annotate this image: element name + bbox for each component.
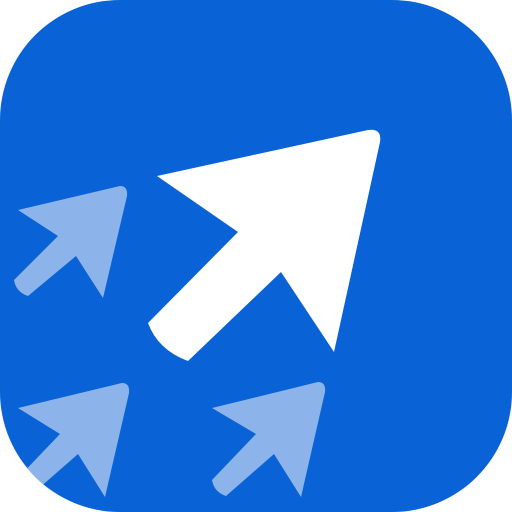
app-icon xyxy=(0,0,512,512)
icon-canvas xyxy=(0,0,512,512)
